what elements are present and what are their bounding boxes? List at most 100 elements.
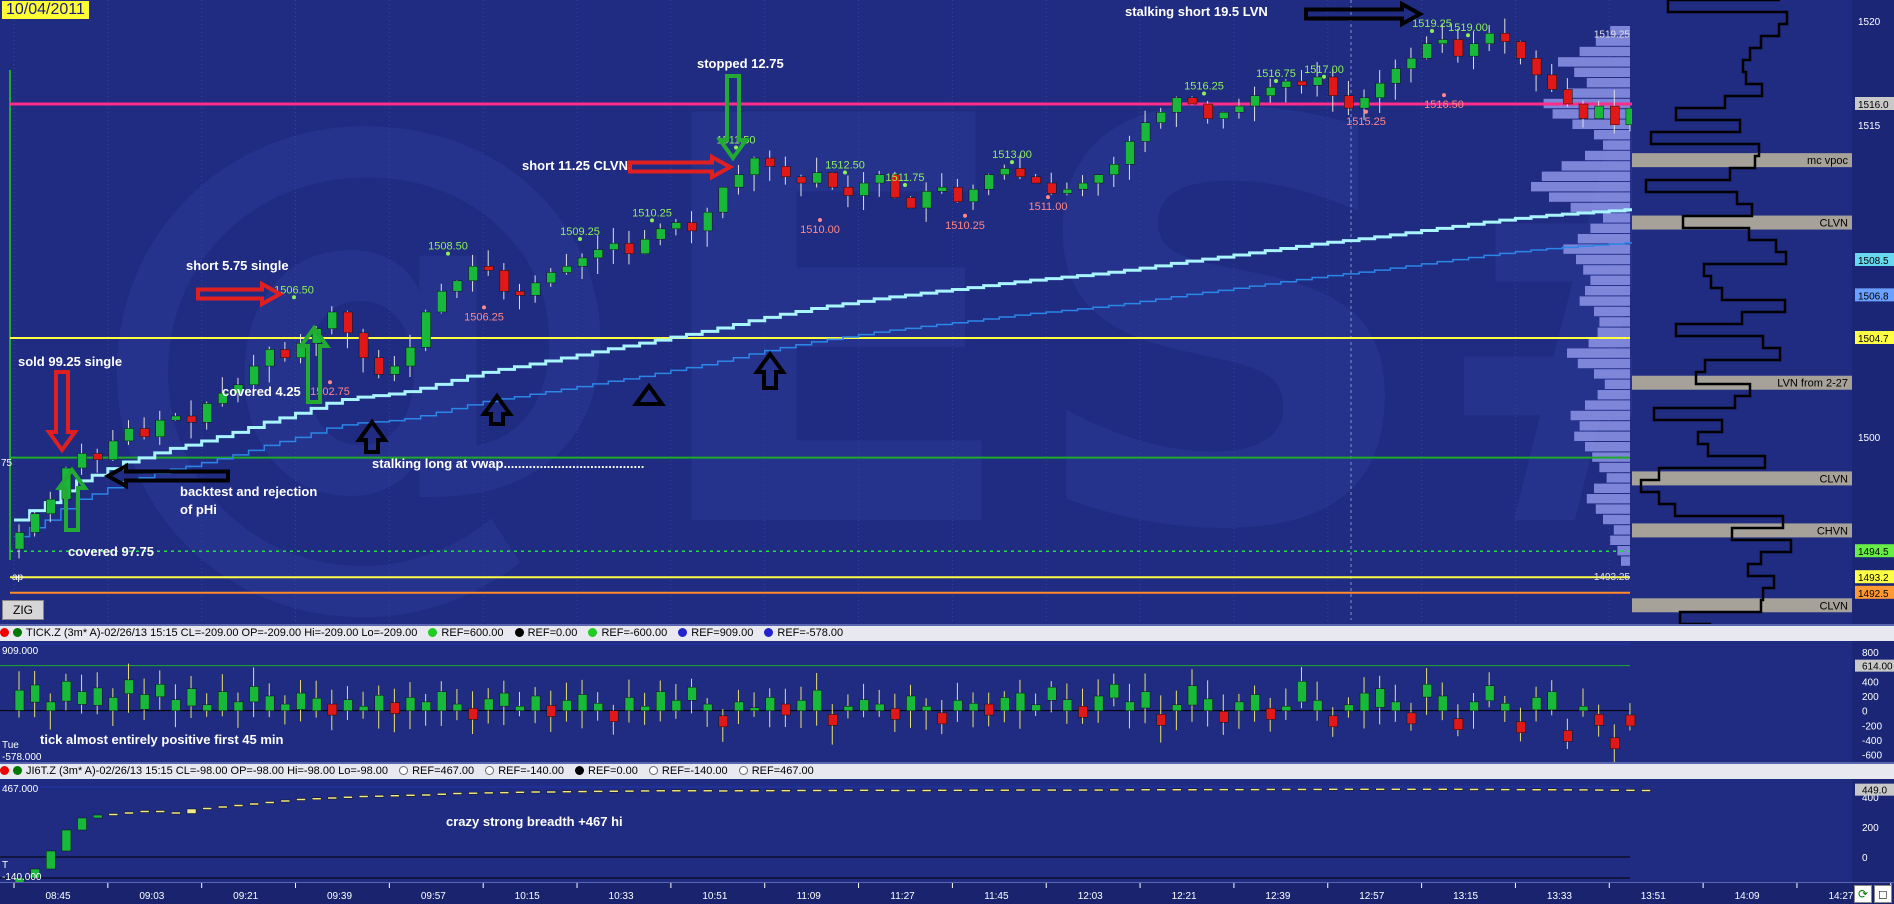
tick-candle-up: [61, 681, 72, 702]
price-candle-up: [155, 419, 166, 438]
breadth-candle: [702, 789, 713, 793]
tick-day-label: Tue: [2, 740, 19, 751]
volume-profile-bar: [1558, 57, 1630, 67]
tick-candle-up: [30, 684, 40, 703]
price-candle-up: [77, 453, 87, 469]
tick-top-label: 909.000: [2, 646, 39, 657]
time-label: 11:45: [984, 891, 1009, 902]
tick-candle-up: [1125, 701, 1135, 711]
price-candle-up: [1484, 33, 1495, 44]
tick-candle-down: [1219, 711, 1229, 723]
tick-candle-up: [1031, 704, 1041, 711]
tick-candle-up: [1578, 706, 1589, 711]
tick-candle-up: [702, 703, 713, 711]
volume-profile-bar: [1586, 78, 1630, 88]
tick-candle-up: [249, 686, 259, 703]
tick-candle-up: [906, 695, 916, 711]
tick-candle-down: [1516, 721, 1526, 733]
breadth-candle: [499, 791, 510, 794]
annotation-text: backtest and rejection: [180, 484, 317, 499]
price-candle-up: [1140, 122, 1151, 142]
tick-candle-up: [358, 706, 369, 711]
price-candle-down: [358, 332, 369, 359]
price-candle-up: [1375, 82, 1385, 99]
breadth-candle: [859, 789, 869, 792]
price-pane[interactable]: @ES# 1508.50 1509.25 1510.25 1511.50 1512.50 1…: [0, 0, 1894, 624]
breadth-candle: [718, 789, 729, 793]
tick-candle-up: [640, 706, 650, 711]
volume-profile-bar: [1594, 369, 1630, 379]
tick-candle-down: [1406, 712, 1417, 725]
tick-candle-up: [1469, 701, 1479, 711]
tick-candle-up: [1000, 697, 1010, 711]
breadth-candle: [1234, 788, 1245, 791]
time-label: 10:33: [609, 891, 634, 902]
price-candle-down: [186, 415, 197, 423]
price-candle-up: [421, 311, 431, 348]
tick-candle-up: [483, 698, 494, 711]
breadth-candle: [1297, 788, 1307, 791]
breadth-candle: [593, 790, 603, 793]
volume-profile-bar: [1603, 140, 1630, 150]
tick-chart: 909.000 Tue-578.000 tick almost entirely p…: [0, 641, 1894, 762]
tick-candle-up: [233, 701, 244, 711]
breadth-candle: [124, 811, 134, 815]
breadth-candle: [1265, 788, 1276, 791]
breadth-candle: [953, 789, 963, 792]
swing-marker: [1322, 74, 1326, 79]
zig-button[interactable]: ZIG: [2, 600, 44, 620]
price-candle-up: [577, 257, 588, 267]
tick-candle-up: [577, 694, 588, 711]
volume-profile-bar: [1576, 254, 1630, 265]
breadth-candle: [390, 794, 400, 797]
price-candle-up: [937, 186, 948, 192]
volume-profile-bar: [1594, 130, 1630, 140]
left-axis-label: ap: [12, 572, 24, 583]
price-candle-down: [483, 265, 494, 271]
price-candle-down: [828, 172, 838, 188]
breadth-candle: [890, 789, 901, 792]
profile-tag-label: CHVN: [1817, 525, 1848, 537]
tick-candle-up: [1015, 692, 1026, 711]
breadth-candle: [734, 789, 744, 793]
tick-axis-label: 0: [1862, 707, 1868, 718]
breadth-candle: [343, 796, 353, 799]
right-axis-label: 1516.0: [1858, 100, 1889, 111]
time-label: 12:57: [1359, 891, 1384, 902]
volume-profile-bar: [1599, 317, 1630, 327]
time-axis[interactable]: 08:45 09:03 09:21 09:39 09:57 10:15 10:33 10:51…: [0, 882, 1894, 904]
tick-candle-up: [1062, 699, 1073, 711]
refresh-icon[interactable]: ⟳: [1854, 885, 1872, 903]
breadth-candle: [46, 850, 56, 870]
tick-pane[interactable]: TICK.Z (3m* A)-02/26/13 15:15 CL=-209.00…: [0, 624, 1894, 762]
swing-price-label: 1517.00: [1304, 64, 1344, 76]
breadth-axis-label: 200: [1862, 823, 1879, 834]
tick-candle-up: [1140, 691, 1151, 709]
breadth-candle: [61, 829, 72, 852]
breadth-pane[interactable]: JI6T.Z (3m* A)-02/26/13 15:15 CL=-98.00 …: [0, 762, 1894, 884]
volume-profile-bar: [1541, 171, 1630, 181]
price-candle-up: [921, 191, 932, 209]
time-label: 10:15: [515, 891, 540, 902]
tick-candle-down: [1156, 714, 1166, 726]
breadth-letter: T: [2, 860, 8, 871]
tick-candle-up: [1547, 691, 1557, 711]
price-candle-up: [1125, 141, 1135, 165]
time-label: 09:21: [233, 891, 258, 902]
tick-candle-down: [1625, 714, 1636, 727]
time-label: 10:51: [702, 891, 727, 902]
breadth-candle: [233, 804, 244, 807]
price-candle-up: [562, 265, 572, 273]
zoom-icon[interactable]: ◻: [1874, 885, 1892, 903]
swing-marker: [963, 213, 967, 218]
tick-annotation: tick almost entirely positive first 45 m…: [40, 732, 284, 747]
tick-candle-up: [655, 691, 666, 711]
breadth-chart: 467.000T-140.000crazy strong breadth +46…: [0, 779, 1894, 884]
breadth-candle: [171, 811, 181, 815]
price-candle-up: [405, 347, 416, 367]
tick-candle-up: [1359, 692, 1370, 711]
tick-candle-up: [343, 699, 353, 711]
tick-candle-down: [1453, 718, 1464, 730]
breadth-candle: [1547, 788, 1557, 791]
breadth-candle: [687, 789, 697, 793]
